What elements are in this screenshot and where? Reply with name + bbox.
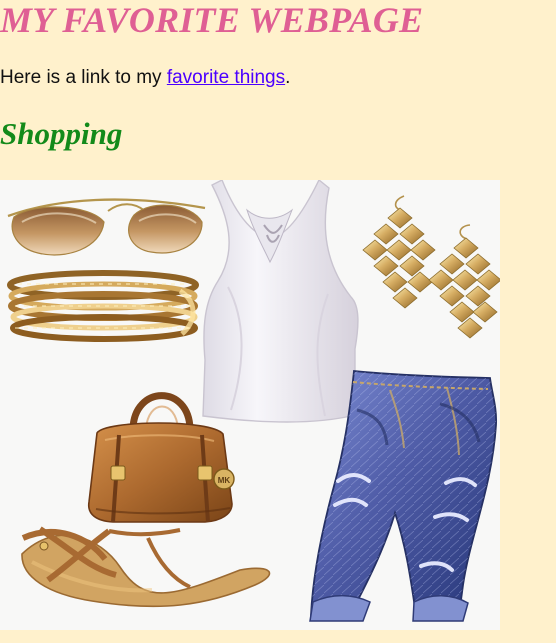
webpage: MY FAVORITE WEBPAGE Here is a link to my… <box>0 0 556 643</box>
intro-paragraph: Here is a link to my favorite things. <box>0 66 290 90</box>
shopping-section-title: Shopping <box>0 116 123 151</box>
handbag-logo: MK <box>218 476 231 485</box>
fashion-collage-illustration: MK <box>0 180 500 630</box>
intro-prefix-text: Here is a link to my <box>0 67 167 88</box>
favorite-things-link[interactable]: favorite things <box>167 67 285 88</box>
page-title: MY FAVORITE WEBPAGE <box>0 0 424 40</box>
fashion-collage-image: MK <box>0 180 500 630</box>
intro-suffix-text: . <box>285 67 291 88</box>
